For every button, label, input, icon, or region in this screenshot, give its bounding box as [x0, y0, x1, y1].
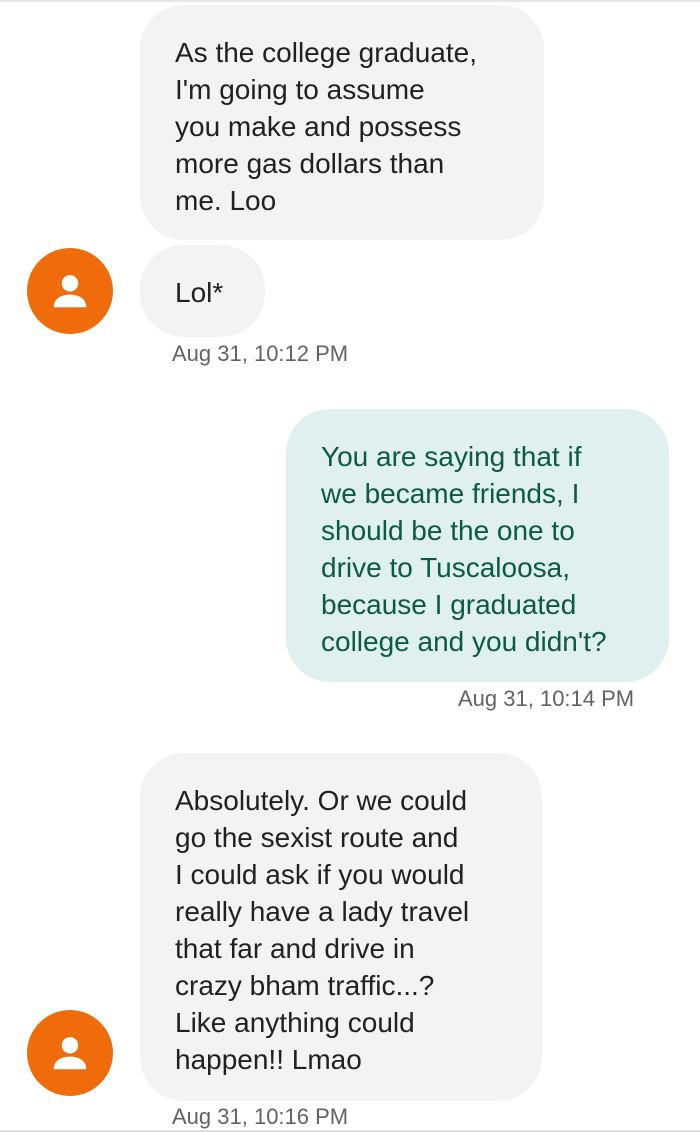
message-bubble-incoming[interactable]: As the college graduate, I'm going to as…	[140, 5, 544, 240]
message-timestamp: Aug 31, 10:16 PM	[172, 1104, 349, 1129]
contact-avatar[interactable]	[27, 248, 113, 334]
message-bubble-outgoing[interactable]: You are saying that if we became friends…	[286, 409, 669, 682]
message-timestamp: Aug 31, 10:12 PM	[172, 341, 349, 366]
message-bubble-incoming[interactable]: Absolutely. Or we could go the sexist ro…	[140, 753, 542, 1101]
contact-avatar[interactable]	[27, 1010, 113, 1096]
top-divider	[0, 0, 700, 2]
person-icon	[53, 1037, 87, 1070]
message-timestamp: Aug 31, 10:14 PM	[458, 686, 635, 711]
message-bubble-incoming[interactable]: Lol*	[140, 245, 265, 337]
person-icon	[53, 275, 87, 308]
